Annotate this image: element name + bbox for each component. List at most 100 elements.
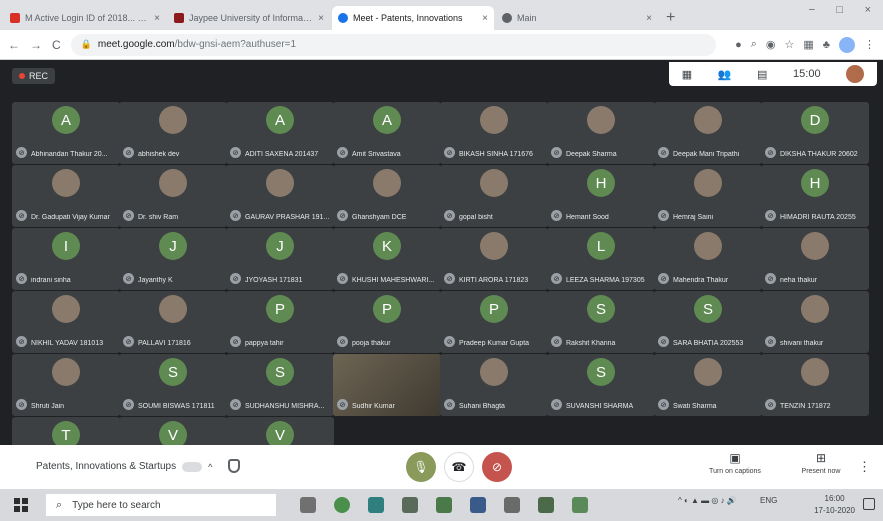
close-icon[interactable]: × <box>318 13 324 24</box>
back-button[interactable]: ← <box>8 38 20 52</box>
participant-tile[interactable]: ⊘ KIRTI ARORA 171823 <box>440 228 548 290</box>
avatar <box>801 358 829 386</box>
close-icon[interactable]: × <box>482 13 488 24</box>
hang-up-button[interactable]: ☎ <box>444 452 474 482</box>
participant-tile[interactable]: S ⊘ SUDHANSHU MISHRA... <box>226 354 334 416</box>
profile-avatar[interactable] <box>839 36 855 53</box>
participant-tile[interactable]: H ⊘ Hemant Sood <box>547 165 655 227</box>
chrome-icon[interactable] <box>334 497 350 513</box>
close-icon[interactable]: × <box>154 13 160 24</box>
participant-tile[interactable]: ⊘ Ghanshyam DCE <box>333 165 441 227</box>
participant-tile[interactable]: S ⊘ SUVANSHI SHARMA <box>547 354 655 416</box>
app-icon[interactable] <box>504 497 520 513</box>
participant-tile[interactable]: ⊘ Deepak Mani Tripathi <box>654 102 762 164</box>
participant-tile[interactable]: ⊘ gopal bisht <box>440 165 548 227</box>
tab-gmail[interactable]: M Active Login ID of 2018... peo × <box>4 6 166 30</box>
participant-name: shivani thakur <box>780 340 824 347</box>
participant-name: KHUSHI MAHESHWARI... <box>352 277 435 284</box>
participant-tile[interactable]: ⊘ abhishek dev <box>119 102 227 164</box>
bookmark-star-icon[interactable]: ☆ <box>785 38 795 51</box>
participant-tile[interactable]: ⊘ NIKHIL YADAV 181013 <box>12 291 120 353</box>
participant-tile[interactable]: ⊘ Deepak Sharma <box>547 102 655 164</box>
participants-icon[interactable]: 👥 <box>718 68 732 81</box>
camera-button[interactable]: ⊘ <box>482 452 512 482</box>
participant-tile[interactable]: ⊘ Sudhir Kumar <box>333 354 441 416</box>
participant-tile[interactable]: J ⊘ JYOYASH 171831 <box>226 228 334 290</box>
participant-tile[interactable]: A ⊘ ADITI SAXENA 201437 <box>226 102 334 164</box>
participant-tile[interactable]: D ⊘ DIKSHA THAKUR 20602 <box>761 102 869 164</box>
participant-tile[interactable]: ⊘ shivani thakur <box>761 291 869 353</box>
window-close-button[interactable]: × <box>865 4 871 16</box>
maximize-button[interactable]: □ <box>836 4 843 16</box>
mic-button[interactable]: 🎙 <box>406 452 436 482</box>
app-icon[interactable] <box>538 497 554 513</box>
taskbar-search[interactable]: ⌕ Type here to search <box>46 494 276 516</box>
new-tab-button[interactable]: + <box>666 6 675 30</box>
tray-icons[interactable]: ^ ◐ ▲ ▬ ◎ ♪ 🔊 <box>678 496 737 505</box>
camera-icon[interactable]: ● <box>735 39 742 51</box>
participant-tile[interactable]: S ⊘ SARA BHATIA 202553 <box>654 291 762 353</box>
participant-tile[interactable]: K ⊘ KHUSHI MAHESHWARI... <box>333 228 441 290</box>
participant-tile[interactable]: ⊘ Dr. shiv Ram <box>119 165 227 227</box>
present-now-button[interactable]: ⊞ Present now <box>786 451 856 475</box>
participant-tile[interactable]: P ⊘ pappya tahir <box>226 291 334 353</box>
participant-tile[interactable]: ⊘ Hemraj Saini <box>654 165 762 227</box>
participant-tile[interactable]: ⊘ Swati Sharma <box>654 354 762 416</box>
grid-layout-icon[interactable]: ▦ <box>682 68 692 81</box>
mic-muted-icon: ⊘ <box>444 273 455 284</box>
forward-button[interactable]: → <box>30 38 42 52</box>
notification-icon[interactable] <box>863 498 875 510</box>
participant-tile[interactable]: ⊘ GAURAV PRASHAR 191... <box>226 165 334 227</box>
windows-start-icon[interactable] <box>14 498 28 512</box>
app-icon[interactable] <box>572 497 588 513</box>
self-avatar[interactable] <box>846 65 865 83</box>
tab-label: Jaypee University of Informatio... <box>189 13 315 23</box>
participant-tile[interactable]: I ⊘ indrani sinha <box>12 228 120 290</box>
participant-tile[interactable]: ⊘ Suhani Bhagta <box>440 354 548 416</box>
more-options-icon[interactable]: ⋮ <box>858 459 871 475</box>
participant-tile[interactable]: ⊘ Dr. Gadupati Vijay Kumar <box>12 165 120 227</box>
mic-muted-icon: ⊘ <box>230 336 241 347</box>
mic-muted-icon: ⊘ <box>444 147 455 158</box>
tab-meet[interactable]: Meet - Patents, Innovations × <box>332 6 494 30</box>
extension-icon[interactable]: ◉ <box>766 38 776 51</box>
explorer-icon[interactable] <box>368 497 384 513</box>
participant-tile[interactable]: L ⊘ LEEZA SHARMA 197305 <box>547 228 655 290</box>
url-input[interactable]: 🔒 meet.google.com/bdw-gnsi-aem?authuser=… <box>70 33 717 56</box>
chat-icon[interactable]: ▤ <box>757 68 767 81</box>
participant-tile[interactable]: J ⊘ Jayanthy K <box>119 228 227 290</box>
participant-tile[interactable]: A ⊘ Amit Srivastava <box>333 102 441 164</box>
meeting-details[interactable]: Patents, Innovations & Startups ^ <box>36 461 212 472</box>
app-icon[interactable] <box>436 497 452 513</box>
participant-name: neha thakur <box>780 277 817 284</box>
zoom-icon[interactable]: ⌕ <box>751 38 757 51</box>
participant-tile[interactable]: ⊘ TENZIN 171872 <box>761 354 869 416</box>
tab-main[interactable]: Main × <box>496 6 658 30</box>
language-indicator[interactable]: ENG <box>760 496 777 505</box>
participant-tile[interactable]: ⊘ PALLAVI 171816 <box>119 291 227 353</box>
close-icon[interactable]: × <box>646 13 652 24</box>
participant-tile[interactable]: ⊘ BIKASH SINHA 171676 <box>440 102 548 164</box>
participant-tile[interactable]: S ⊘ Rakshit Khanna <box>547 291 655 353</box>
tab-university[interactable]: Jaypee University of Informatio... × <box>168 6 330 30</box>
task-view-icon[interactable] <box>300 497 316 513</box>
mic-muted-icon: ⊘ <box>444 210 455 221</box>
app-icon[interactable] <box>470 497 486 513</box>
captions-button[interactable]: ▣ Turn on captions <box>700 451 770 475</box>
participant-tile[interactable]: P ⊘ Pradeep Kumar Gupta <box>440 291 548 353</box>
participant-tile[interactable]: ⊘ Shruti Jain <box>12 354 120 416</box>
participant-tile[interactable]: P ⊘ pooja thakur <box>333 291 441 353</box>
minimize-button[interactable]: − <box>809 4 815 16</box>
participant-tile[interactable]: ⊘ neha thakur <box>761 228 869 290</box>
participant-tile[interactable]: ⊘ Mahendra Thakur <box>654 228 762 290</box>
extensions-icon[interactable]: ▦ <box>803 38 813 51</box>
puzzle-icon[interactable]: ♣ <box>823 39 830 51</box>
taskbar-clock[interactable]: 16:00 17-10-2020 <box>814 493 855 517</box>
shield-icon[interactable] <box>228 459 240 473</box>
app-icon[interactable] <box>402 497 418 513</box>
participant-tile[interactable]: A ⊘ Abhinandan Thakur 20... <box>12 102 120 164</box>
menu-icon[interactable]: ⋮ <box>864 38 875 51</box>
participant-tile[interactable]: H ⊘ HIMADRI RAUTA 20255 <box>761 165 869 227</box>
participant-tile[interactable]: S ⊘ SOUMI BISWAS 171811 <box>119 354 227 416</box>
reload-button[interactable]: C <box>52 38 61 52</box>
